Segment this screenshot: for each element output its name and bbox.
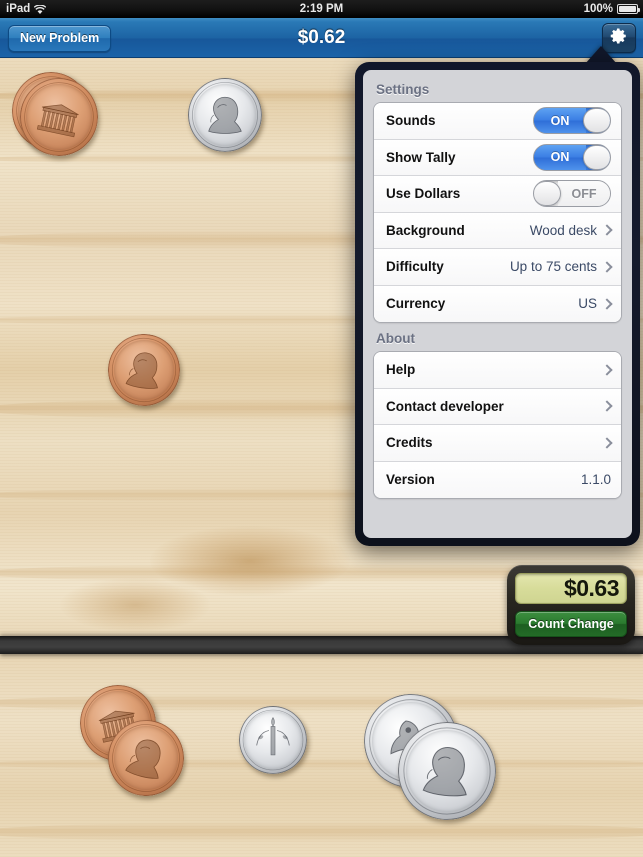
status-bar: iPad 2:19 PM 100% bbox=[0, 0, 643, 18]
settings-row-use-dollars[interactable]: Use Dollars ONOFF bbox=[374, 176, 621, 213]
about-row-group: Help Contact developer Credits Version 1.1.0 bbox=[373, 351, 622, 499]
settings-row-contact-developer[interactable]: Contact developer bbox=[374, 388, 621, 425]
tally-panel: $0.63 Count Change bbox=[507, 565, 635, 645]
chevron-right-icon bbox=[601, 400, 613, 412]
count-change-button[interactable]: Count Change bbox=[515, 611, 627, 637]
row-label: Background bbox=[386, 222, 465, 238]
settings-row-background[interactable]: Background Wood desk bbox=[374, 212, 621, 249]
toggle-switch-use-dollars[interactable]: ONOFF bbox=[533, 180, 611, 208]
chevron-right-icon bbox=[601, 437, 613, 449]
settings-row-group: SoundsONOFFShow TallyONOFFUse DollarsONO… bbox=[373, 102, 622, 323]
row-label: Contact developer bbox=[386, 398, 504, 414]
coin-penny-obverse[interactable] bbox=[103, 329, 185, 411]
row-label: Help bbox=[386, 362, 416, 378]
settings-row-currency[interactable]: Currency US bbox=[374, 285, 621, 322]
status-bar-right: 100% bbox=[583, 3, 640, 15]
page-title: $0.62 bbox=[297, 26, 346, 48]
battery-full-icon bbox=[617, 4, 640, 14]
row-label: Sounds bbox=[386, 113, 436, 129]
chevron-right-icon bbox=[601, 298, 613, 310]
toggle-switch-show-tally[interactable]: ONOFF bbox=[533, 143, 611, 171]
row-value: US bbox=[578, 296, 597, 312]
settings-row-credits[interactable]: Credits bbox=[374, 425, 621, 462]
switch-knob[interactable] bbox=[583, 108, 610, 134]
settings-row-show-tally[interactable]: Show Tally ONOFF bbox=[374, 139, 621, 176]
row-label: Difficulty bbox=[386, 259, 444, 275]
settings-row-help[interactable]: Help bbox=[374, 352, 621, 389]
settings-section-header: Settings bbox=[376, 82, 430, 97]
chevron-right-icon bbox=[601, 364, 613, 376]
row-label: Use Dollars bbox=[386, 186, 461, 202]
row-value: Up to 75 cents bbox=[509, 259, 597, 275]
settings-row-version: Version 1.1.0 bbox=[374, 461, 621, 498]
row-value: 1.1.0 bbox=[580, 472, 611, 488]
switch-on-label: ON bbox=[534, 108, 586, 134]
row-value: Wood desk bbox=[529, 222, 597, 238]
switch-on-label: ON bbox=[534, 144, 586, 170]
row-label: Show Tally bbox=[386, 149, 456, 165]
chevron-right-icon bbox=[601, 261, 613, 273]
about-section-header: About bbox=[376, 331, 415, 346]
coin-penny-reverse[interactable] bbox=[12, 70, 106, 164]
settings-popover-content: Settings SoundsONOFFShow TallyONOFFUse D… bbox=[363, 70, 632, 538]
row-label: Version bbox=[386, 472, 435, 488]
settings-row-sounds[interactable]: Sounds ONOFF bbox=[374, 103, 621, 140]
switch-knob[interactable] bbox=[583, 144, 610, 170]
settings-row-difficulty[interactable]: Difficulty Up to 75 cents bbox=[374, 249, 621, 286]
settings-popover: Settings SoundsONOFFShow TallyONOFFUse D… bbox=[355, 62, 640, 546]
toggle-switch-sounds[interactable]: ONOFF bbox=[533, 107, 611, 135]
coin-quarter-obverse[interactable] bbox=[393, 717, 501, 825]
row-label: Credits bbox=[386, 435, 433, 451]
chevron-right-icon bbox=[601, 224, 613, 236]
coin-dime-reverse[interactable] bbox=[239, 706, 307, 774]
row-label: Currency bbox=[386, 296, 446, 312]
battery-percent-label: 100% bbox=[583, 3, 613, 15]
coin-penny-obverse[interactable] bbox=[99, 711, 193, 805]
switch-knob[interactable] bbox=[534, 181, 561, 207]
navigation-toolbar: New Problem $0.62 bbox=[0, 18, 643, 58]
coin-nickel-obverse[interactable] bbox=[188, 78, 262, 152]
switch-off-label: OFF bbox=[558, 181, 610, 207]
status-bar-time: 2:19 PM bbox=[299, 3, 344, 15]
tally-amount-display: $0.63 bbox=[515, 573, 627, 604]
